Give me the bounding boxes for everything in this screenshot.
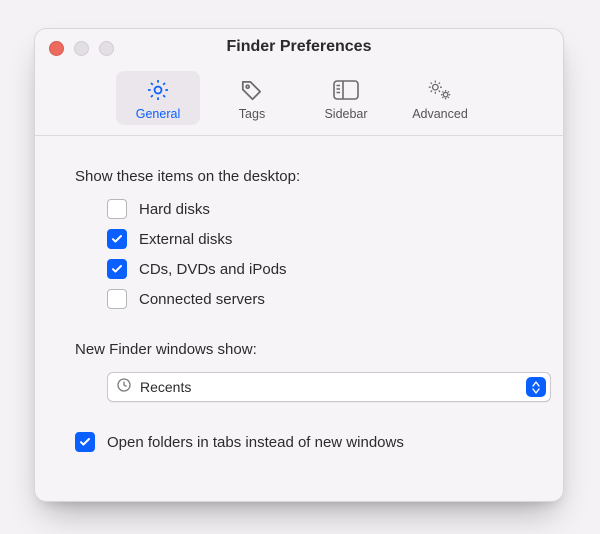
preferences-window: Finder Preferences General Tags [34,28,564,502]
cb-row-cds-dvds-ipods: CDs, DVDs and iPods [107,259,523,279]
window-title: Finder Preferences [35,38,563,56]
checkbox-label: Open folders in tabs instead of new wind… [107,434,404,451]
updown-arrows-icon [526,377,546,397]
checkbox-label: External disks [139,231,232,248]
tab-label: Tags [239,107,265,121]
cb-row-hard-disks: Hard disks [107,199,523,219]
tab-sidebar[interactable]: Sidebar [304,71,388,125]
cds-dvds-checkbox[interactable] [107,259,127,279]
hard-disks-checkbox[interactable] [107,199,127,219]
tab-tags[interactable]: Tags [210,71,294,125]
desktop-items-heading: Show these items on the desktop: [75,168,523,185]
tab-general[interactable]: General [116,71,200,125]
open-in-tabs-checkbox[interactable] [75,432,95,452]
tab-advanced[interactable]: Advanced [398,71,482,125]
cb-row-external-disks: External disks [107,229,523,249]
cb-row-connected-servers: Connected servers [107,289,523,309]
connected-servers-checkbox[interactable] [107,289,127,309]
preferences-toolbar: General Tags [35,67,563,136]
open-in-tabs-row: Open folders in tabs instead of new wind… [75,432,523,452]
clock-icon [116,377,132,398]
tab-label: Sidebar [324,107,367,121]
tab-label: General [136,107,180,121]
select-value: Recents [140,379,518,395]
gears-icon [426,77,454,103]
new-window-location-select[interactable]: Recents [107,372,551,402]
tab-label: Advanced [412,107,468,121]
titlebar: Finder Preferences [35,29,563,67]
external-disks-checkbox[interactable] [107,229,127,249]
checkbox-label: Hard disks [139,201,210,218]
sidebar-icon [332,77,360,103]
checkbox-label: CDs, DVDs and iPods [139,261,287,278]
checkbox-label: Connected servers [139,291,265,308]
new-window-heading: New Finder windows show: [75,341,523,358]
tag-icon [238,77,266,103]
gear-icon [144,77,172,103]
general-pane: Show these items on the desktop: Hard di… [35,136,563,476]
